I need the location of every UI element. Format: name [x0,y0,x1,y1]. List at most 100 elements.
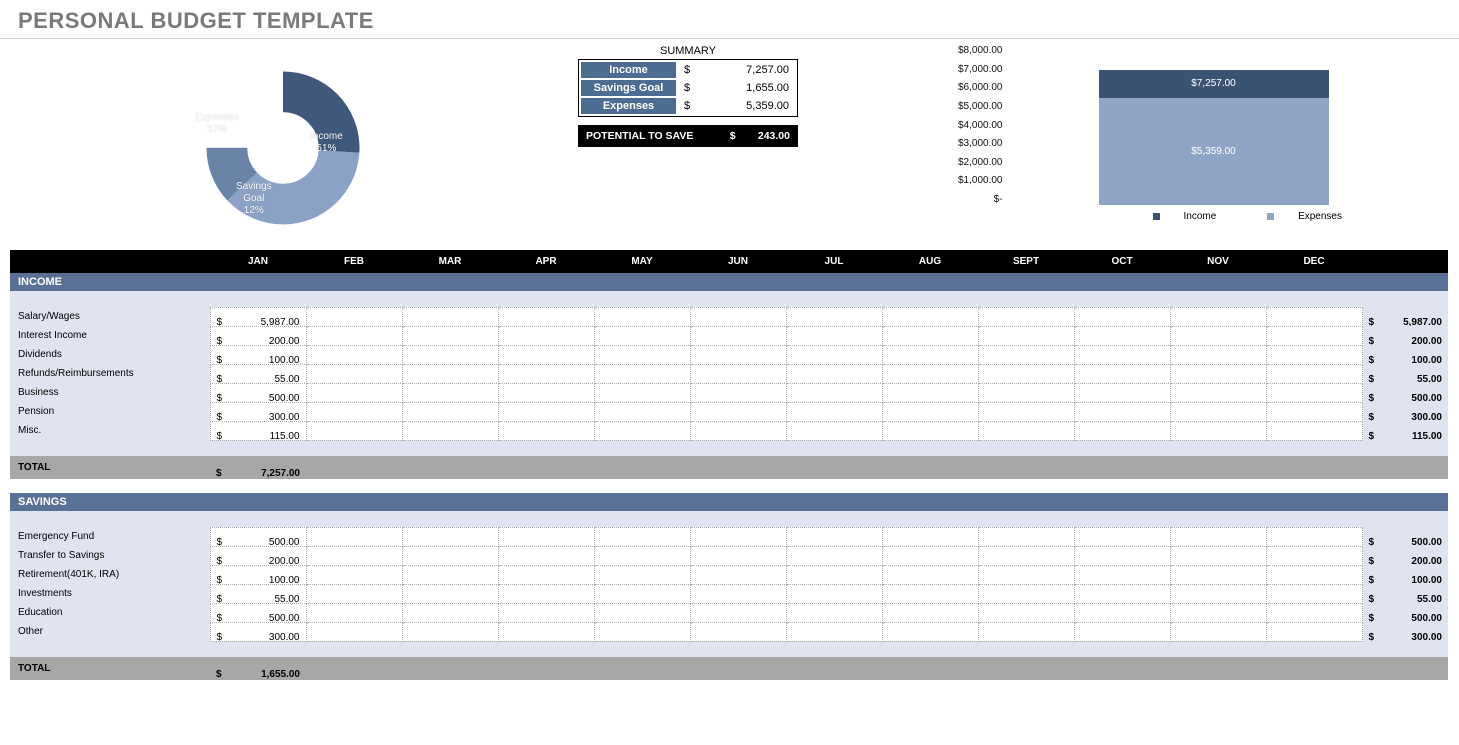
cell[interactable] [594,421,690,440]
cell[interactable] [594,565,690,584]
cell[interactable] [786,565,882,584]
cell[interactable] [1170,383,1266,402]
cell[interactable] [1266,421,1362,440]
cell[interactable] [306,364,402,383]
cell[interactable] [306,345,402,364]
cell[interactable] [1266,603,1362,622]
cell[interactable] [306,622,402,641]
cell[interactable] [402,326,498,345]
cell[interactable] [306,584,402,603]
cell[interactable] [402,527,498,546]
cell[interactable] [690,383,786,402]
cell[interactable] [1170,622,1266,641]
cell[interactable] [1074,307,1170,326]
cell[interactable] [1170,345,1266,364]
cell[interactable] [1074,622,1170,641]
cell[interactable] [498,527,594,546]
cell[interactable] [402,546,498,565]
cell[interactable] [1170,364,1266,383]
cell[interactable] [690,402,786,421]
cell[interactable] [690,421,786,440]
cell[interactable] [1266,565,1362,584]
cell[interactable] [1074,603,1170,622]
cell[interactable] [1170,307,1266,326]
cell[interactable] [882,527,978,546]
cell[interactable] [978,345,1074,364]
cell[interactable] [690,622,786,641]
cell[interactable] [786,326,882,345]
cell[interactable] [498,603,594,622]
cell[interactable]: $200.00 [210,326,306,345]
cell[interactable] [594,527,690,546]
cell[interactable] [882,622,978,641]
cell[interactable] [1170,565,1266,584]
cell[interactable] [1074,383,1170,402]
cell[interactable] [978,603,1074,622]
cell[interactable] [786,421,882,440]
cell[interactable] [594,364,690,383]
cell[interactable] [882,326,978,345]
cell[interactable] [690,364,786,383]
cell[interactable] [882,421,978,440]
cell[interactable] [1074,402,1170,421]
cell[interactable] [1170,603,1266,622]
cell[interactable] [1074,345,1170,364]
cell[interactable] [402,565,498,584]
cell[interactable]: $100.00 [210,345,306,364]
cell[interactable] [594,383,690,402]
cell[interactable] [1266,584,1362,603]
cell[interactable] [1170,421,1266,440]
cell[interactable] [978,622,1074,641]
cell[interactable] [1074,546,1170,565]
cell[interactable] [690,345,786,364]
cell[interactable] [306,383,402,402]
cell[interactable] [882,383,978,402]
cell[interactable] [594,345,690,364]
cell[interactable] [498,402,594,421]
cell[interactable] [1170,402,1266,421]
cell[interactable] [882,584,978,603]
cell[interactable] [498,326,594,345]
cell[interactable] [306,527,402,546]
cell[interactable] [1074,326,1170,345]
cell[interactable] [786,345,882,364]
cell[interactable]: $5,987.00 [210,307,306,326]
cell[interactable] [1170,546,1266,565]
cell[interactable] [882,345,978,364]
cell[interactable] [1266,345,1362,364]
cell[interactable] [594,307,690,326]
cell[interactable]: $500.00 [210,603,306,622]
cell[interactable] [1266,364,1362,383]
cell[interactable] [786,402,882,421]
cell[interactable] [882,546,978,565]
cell[interactable] [306,326,402,345]
cell[interactable] [402,584,498,603]
cell[interactable] [498,546,594,565]
cell[interactable] [1074,565,1170,584]
cell[interactable] [1266,307,1362,326]
cell[interactable] [690,546,786,565]
cell[interactable] [1266,527,1362,546]
cell[interactable] [498,345,594,364]
cell[interactable] [594,622,690,641]
cell[interactable] [594,546,690,565]
cell[interactable] [786,603,882,622]
cell[interactable] [498,565,594,584]
cell[interactable] [498,421,594,440]
cell[interactable] [498,364,594,383]
cell[interactable] [690,584,786,603]
cell[interactable] [1074,364,1170,383]
cell[interactable] [978,383,1074,402]
cell[interactable] [498,622,594,641]
cell[interactable] [402,402,498,421]
cell[interactable] [402,421,498,440]
cell[interactable] [306,421,402,440]
cell[interactable] [978,402,1074,421]
cell[interactable] [978,527,1074,546]
cell[interactable] [1074,421,1170,440]
cell[interactable] [690,603,786,622]
cell[interactable] [978,364,1074,383]
cell[interactable]: $100.00 [210,565,306,584]
cell[interactable] [690,565,786,584]
cell[interactable] [402,307,498,326]
